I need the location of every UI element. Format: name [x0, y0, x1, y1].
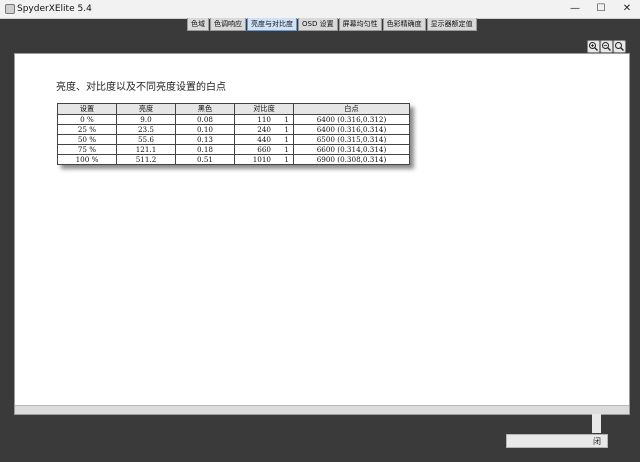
cell-contrast: 1010 1 — [234, 154, 294, 165]
tab-osd-settings[interactable]: OSD 设置 — [298, 18, 338, 31]
table-row: 25 % 23.5 0.10 240 1 6400 (0.316,0.314) — [57, 124, 410, 135]
contrast-ratio: 1 — [284, 155, 289, 164]
cell-black: 0.51 — [175, 154, 235, 165]
contrast-ratio: 1 — [284, 145, 289, 154]
table-row: 50 % 55.6 0.13 440 1 6500 (0.315,0.314) — [57, 134, 410, 145]
table-row: 100 % 511.2 0.51 1010 1 6900 (0.308,0.314… — [57, 154, 410, 165]
cell-white-point: 6400 (0.316,0.312) — [293, 114, 410, 125]
contrast-value: 240 — [257, 125, 271, 134]
cell-black: 0.18 — [175, 144, 235, 155]
cell-white-point: 6400 (0.316,0.314) — [293, 124, 410, 135]
contrast-ratio: 1 — [284, 125, 289, 134]
cell-black: 0.10 — [175, 124, 235, 135]
cell-black: 0.08 — [175, 114, 235, 125]
tab-strip: 色域 色调响应 亮度与对比度 OSD 设置 屏幕均匀性 色彩精确度 显示器额定值 — [187, 18, 478, 31]
title-bar: SpyderXElite 5.4 — ☐ ✕ — [0, 0, 640, 19]
maximize-button[interactable]: ☐ — [588, 0, 614, 18]
table-row: 75 % 121.1 0.18 660 1 6600 (0.314,0.314) — [57, 144, 410, 155]
minimize-button[interactable]: — — [562, 0, 588, 18]
zoom-fit-icon[interactable] — [613, 40, 626, 53]
col-header-brightness: 亮度 — [116, 103, 176, 115]
contrast-value: 660 — [257, 145, 271, 154]
cell-white-point: 6500 (0.315,0.314) — [293, 134, 410, 145]
app-icon — [5, 4, 15, 14]
cell-setting: 0 % — [57, 114, 117, 125]
contrast-value: 1010 — [252, 155, 271, 164]
zoom-in-icon[interactable] — [587, 40, 600, 53]
contrast-value: 440 — [257, 135, 271, 144]
contrast-value: 110 — [257, 115, 271, 124]
results-table: 设置 亮度 黑色 对比度 白点 0 % 9.0 0.08 110 1 6400 (… — [57, 103, 410, 165]
cell-white-point: 6900 (0.308,0.314) — [293, 154, 410, 165]
window-title: SpyderXElite 5.4 — [17, 4, 92, 14]
tab-tone-response[interactable]: 色调响应 — [210, 18, 246, 31]
cell-setting: 25 % — [57, 124, 117, 135]
col-header-black: 黑色 — [175, 103, 235, 115]
contrast-ratio: 1 — [284, 135, 289, 144]
col-header-white-point: 白点 — [293, 103, 410, 115]
tab-display-rating[interactable]: 显示器额定值 — [426, 18, 477, 31]
cell-contrast: 240 1 — [234, 124, 294, 135]
report-panel: 亮度、对比度以及不同亮度设置的白点 设置 亮度 黑色 对比度 白点 0 % 9.… — [14, 53, 630, 433]
cell-white-point: 6600 (0.314,0.314) — [293, 144, 410, 155]
table-header-row: 设置 亮度 黑色 对比度 白点 — [57, 103, 410, 115]
table-row: 0 % 9.0 0.08 110 1 6400 (0.316,0.312) — [57, 114, 410, 125]
cell-brightness: 55.6 — [116, 134, 176, 145]
tab-screen-uniformity[interactable]: 屏幕均匀性 — [338, 18, 382, 31]
page-title: 亮度、对比度以及不同亮度设置的白点 — [56, 82, 226, 93]
cell-setting: 50 % — [57, 134, 117, 145]
cell-brightness: 9.0 — [116, 114, 176, 125]
close-window-button[interactable]: ✕ — [614, 0, 640, 18]
cell-setting: 75 % — [57, 144, 117, 155]
tab-color-accuracy[interactable]: 色彩精确度 — [382, 18, 426, 31]
cell-brightness: 511.2 — [116, 154, 176, 165]
cell-contrast: 440 1 — [234, 134, 294, 145]
col-header-contrast: 对比度 — [234, 103, 294, 115]
cell-setting: 100 % — [57, 154, 117, 165]
tab-brightness-contrast[interactable]: 亮度与对比度 — [247, 18, 297, 31]
contrast-ratio: 1 — [284, 115, 289, 124]
cell-brightness: 121.1 — [116, 144, 176, 155]
tab-gamut[interactable]: 色域 — [187, 18, 209, 31]
horizontal-scrollbar[interactable] — [15, 405, 629, 414]
close-button[interactable]: 闭 — [506, 434, 608, 448]
col-header-setting: 设置 — [57, 103, 117, 115]
cell-contrast: 110 1 — [234, 114, 294, 125]
cell-contrast: 660 1 — [234, 144, 294, 155]
cell-black: 0.13 — [175, 134, 235, 145]
cell-brightness: 23.5 — [116, 124, 176, 135]
zoom-out-icon[interactable] — [600, 40, 613, 53]
